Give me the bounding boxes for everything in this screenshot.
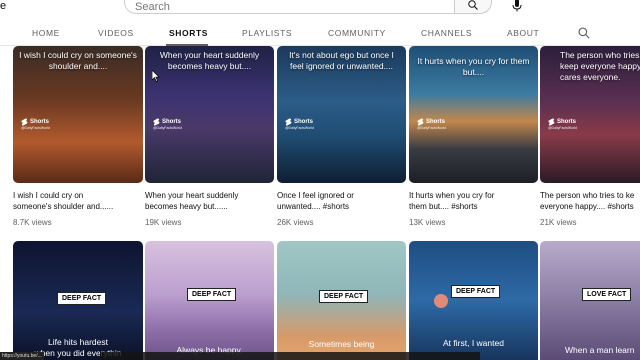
channel-handle: @DailyFactsWorld	[285, 126, 314, 130]
shorts-label: Shorts	[426, 119, 446, 125]
short-title[interactable]: The person who tries to ke everyone happ…	[540, 190, 640, 212]
short-title[interactable]: It hurts when you cry for them but.... #…	[409, 190, 535, 212]
shorts-logo: Shorts	[153, 118, 181, 126]
short-title[interactable]: When your heart suddenly becomes heavy b…	[145, 190, 271, 212]
shorts-icon	[285, 118, 292, 126]
short-title-line: everyone happy.... #shorts	[540, 202, 634, 211]
short-thumbnail[interactable]: DEEP FACT Sometimes being	[277, 241, 406, 360]
search-button[interactable]	[454, 0, 492, 14]
thumbnail-caption: It's not about ego but once I feel ignor…	[289, 50, 394, 71]
top-bar: e	[0, 0, 640, 18]
thumbnail-caption: At first, I wanted	[443, 338, 504, 348]
thumbnail-caption: It hurts when you cry for them but....	[417, 56, 530, 77]
short-thumbnail[interactable]: DEEP FACT At first, I wanted	[409, 241, 538, 360]
channel-handle: @DailyFactsWorld	[548, 126, 577, 130]
short-title[interactable]: I wish I could cry on someone's shoulder…	[13, 190, 139, 212]
youtube-channel-page: e HOME VIDEOS SHORTS PLAYLISTS COMMUNITY…	[0, 0, 640, 360]
short-thumbnail[interactable]: LOVE FACT When a man learn	[540, 241, 640, 360]
short-thumbnail[interactable]: The person who tries to keep everyone ha…	[540, 46, 640, 183]
shorts-icon	[21, 118, 28, 126]
shorts-icon	[153, 118, 160, 126]
short-title-line: unwanted.... #shorts	[277, 202, 350, 211]
short-title-line: The person who tries to ke	[540, 191, 635, 200]
view-count: 13K views	[409, 218, 446, 227]
short-title-line: I wish I could cry on	[13, 191, 84, 200]
short-card[interactable]: The person who tries to keep everyone ha…	[540, 46, 640, 231]
tab-shorts[interactable]: SHORTS	[169, 28, 208, 38]
view-count: 8.7K views	[13, 218, 52, 227]
fact-badge: LOVE FACT	[582, 288, 632, 301]
tab-home[interactable]: HOME	[32, 28, 60, 38]
tab-community[interactable]: COMMUNITY	[328, 28, 386, 38]
short-title-line: Once I feel ignored or	[277, 191, 354, 200]
thumbnail-caption: I wish I could cry on someone's shoulder…	[19, 50, 137, 71]
tab-videos[interactable]: VIDEOS	[98, 28, 134, 38]
channel-handle: @DailyFactsWorld	[417, 126, 446, 130]
tab-channels[interactable]: CHANNELS	[421, 28, 472, 38]
shorts-logo: Shorts	[285, 118, 313, 126]
channel-handle: @DailyFactsWorld	[21, 126, 50, 130]
tab-playlists[interactable]: PLAYLISTS	[242, 28, 292, 38]
channel-search-icon[interactable]	[577, 26, 591, 40]
thumbnail-caption: Life hits hardest	[47, 337, 108, 347]
short-thumbnail[interactable]: I wish I could cry on someone's shoulder…	[13, 46, 143, 183]
moon-icon	[434, 294, 448, 308]
short-title[interactable]: Once I feel ignored or unwanted.... #sho…	[277, 190, 403, 212]
short-title-line: It hurts when you cry for	[409, 191, 495, 200]
channel-handle: @DailyFactsWorld	[153, 126, 182, 130]
mouse-cursor-icon	[152, 70, 160, 82]
shorts-logo: Shorts	[417, 118, 445, 126]
short-card[interactable]: I wish I could cry on someone's shoulder…	[13, 46, 143, 231]
short-thumbnail[interactable]: When your heart suddenly becomes heavy b…	[145, 46, 274, 183]
fact-badge: DEEP FACT	[451, 285, 501, 298]
shorts-label: Shorts	[557, 119, 577, 125]
short-thumbnail[interactable]: It's not about ego but once I feel ignor…	[277, 46, 406, 183]
caption-overlay	[100, 352, 480, 360]
short-card[interactable]: It hurts when you cry for them but.... S…	[409, 46, 539, 231]
corner-text: e	[0, 0, 7, 12]
shorts-label: Shorts	[294, 119, 314, 125]
thumbnail-caption: When a man learn	[565, 345, 635, 355]
fact-badge: DEEP FACT	[319, 290, 369, 303]
voice-search-button[interactable]	[507, 0, 527, 12]
shorts-logo: Shorts	[21, 118, 49, 126]
microphone-icon	[512, 0, 522, 12]
search-box[interactable]	[124, 0, 454, 14]
shorts-label: Shorts	[162, 119, 182, 125]
short-thumbnail[interactable]: It hurts when you cry for them but.... S…	[409, 46, 538, 183]
fact-badge: DEEP FACT	[187, 288, 237, 301]
short-card[interactable]: It's not about ego but once I feel ignor…	[277, 46, 407, 231]
shorts-logo: Shorts	[548, 118, 576, 126]
shorts-icon	[417, 118, 424, 126]
thumbnail-caption: Sometimes being	[308, 339, 375, 349]
channel-tabs: HOME VIDEOS SHORTS PLAYLISTS COMMUNITY C…	[0, 22, 640, 46]
short-title-line: someone's shoulder and......	[13, 202, 114, 211]
view-count: 26K views	[277, 218, 314, 227]
search-icon	[468, 0, 478, 10]
short-title-line: When your heart suddenly	[145, 191, 239, 200]
short-title-line: becomes heavy but......	[145, 202, 228, 211]
shorts-label: Shorts	[30, 119, 50, 125]
view-count: 21K views	[540, 218, 577, 227]
short-thumbnail[interactable]: DEEP FACT Always be happy,	[145, 241, 274, 360]
short-thumbnail[interactable]: DEEP FACT Life hits hardest when you did…	[13, 241, 143, 360]
shorts-icon	[548, 118, 555, 126]
fact-badge: DEEP FACT	[57, 292, 107, 305]
short-title-line: them but.... #shorts	[409, 202, 478, 211]
thumbnail-caption: When your heart suddenly becomes heavy b…	[159, 50, 260, 71]
short-card[interactable]: When your heart suddenly becomes heavy b…	[145, 46, 275, 231]
search-input[interactable]	[135, 1, 435, 13]
thumbnail-caption: The person who tries to keep everyone ha…	[560, 50, 640, 82]
view-count: 19K views	[145, 218, 182, 227]
tab-about[interactable]: ABOUT	[507, 28, 539, 38]
status-url-bar: https://youtu.be/...	[0, 352, 44, 360]
